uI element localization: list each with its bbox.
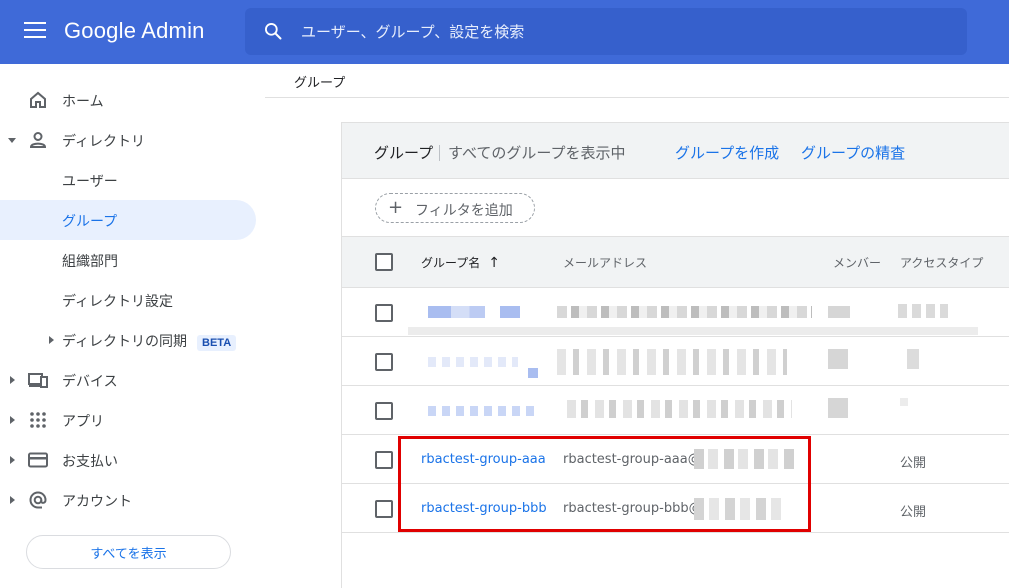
sidebar-item-directory-settings[interactable]: ディレクトリ設定 bbox=[0, 280, 256, 320]
redacted-content bbox=[828, 398, 848, 418]
person-icon bbox=[29, 132, 47, 148]
top-app-bar: Google Admin bbox=[0, 0, 1009, 64]
chevron-right-icon[interactable] bbox=[10, 376, 15, 384]
sidebar-item-apps[interactable]: アプリ bbox=[0, 400, 256, 440]
group-name-link[interactable]: rbactest-group-aaa bbox=[421, 452, 546, 467]
divider bbox=[439, 145, 440, 161]
sidebar-item-devices[interactable]: デバイス bbox=[0, 360, 256, 400]
table-row[interactable] bbox=[342, 337, 1009, 386]
column-header-email[interactable]: メールアドレス bbox=[563, 254, 647, 271]
sidebar-item-groups[interactable]: グループ bbox=[0, 200, 256, 240]
devices-icon bbox=[28, 373, 48, 388]
search-bar[interactable] bbox=[245, 8, 967, 55]
sidebar-item-users[interactable]: ユーザー bbox=[0, 160, 256, 200]
redacted-content bbox=[907, 349, 919, 369]
sidebar-item-label: 組織部門 bbox=[62, 254, 118, 270]
home-icon bbox=[30, 91, 46, 108]
redacted-content bbox=[428, 406, 538, 416]
column-label: グループ名 bbox=[421, 256, 481, 270]
search-input[interactable] bbox=[301, 20, 941, 44]
add-filter-button[interactable]: + フィルタを追加 bbox=[375, 193, 535, 223]
search-icon[interactable] bbox=[263, 21, 283, 41]
sidebar-item-account[interactable]: アカウント bbox=[0, 480, 256, 520]
redacted-content bbox=[828, 349, 848, 369]
apps-grid-icon bbox=[30, 412, 46, 428]
create-group-link[interactable]: グループを作成 bbox=[675, 142, 779, 163]
group-name-link[interactable]: rbactest-group-bbb bbox=[421, 501, 547, 516]
select-all-checkbox[interactable] bbox=[375, 253, 393, 271]
sidebar-item-org-units[interactable]: 組織部門 bbox=[0, 240, 256, 280]
chevron-right-icon[interactable] bbox=[10, 416, 15, 424]
sidebar-item-label: アカウント bbox=[62, 494, 132, 510]
row-checkbox[interactable] bbox=[375, 304, 393, 322]
sidebar-item-label: ディレクトリ設定 bbox=[62, 294, 174, 310]
plus-icon: + bbox=[388, 197, 404, 218]
group-email: rbactest-group-bbb@ bbox=[563, 501, 702, 516]
sidebar-item-directory[interactable]: ディレクトリ bbox=[0, 120, 256, 160]
table-header: グループ名 ↑ メールアドレス メンバー アクセスタイプ bbox=[342, 237, 1009, 288]
add-filter-label: フィルタを追加 bbox=[415, 203, 513, 219]
redacted-content bbox=[428, 306, 520, 318]
column-header-access-type[interactable]: アクセスタイプ bbox=[900, 254, 983, 271]
sidebar-item-home[interactable]: ホーム bbox=[0, 80, 256, 120]
breadcrumb-current: グループ bbox=[294, 76, 346, 91]
redacted-content bbox=[408, 327, 978, 335]
chevron-right-icon[interactable] bbox=[49, 336, 54, 344]
redacted-content bbox=[900, 398, 908, 406]
sidebar-item-directory-sync[interactable]: ディレクトリの同期 BETA bbox=[0, 320, 256, 360]
menu-icon[interactable] bbox=[24, 22, 46, 42]
row-checkbox[interactable] bbox=[375, 353, 393, 371]
table-row[interactable] bbox=[342, 288, 1009, 337]
redacted-content bbox=[428, 357, 518, 367]
groups-card: グループ すべてのグループを表示中 グループを作成 グループの精査 + フィルタ… bbox=[341, 122, 1009, 588]
redacted-content bbox=[694, 498, 784, 520]
app-logo[interactable]: Google Admin bbox=[64, 18, 205, 44]
card-header: グループ すべてのグループを表示中 グループを作成 グループの精査 bbox=[342, 123, 1009, 179]
redacted-content bbox=[828, 306, 850, 318]
access-type: 公開 bbox=[900, 505, 927, 520]
redacted-content bbox=[898, 304, 948, 318]
card-subtitle: すべてのグループを表示中 bbox=[448, 144, 626, 162]
directory-sync-label: ディレクトリの同期 bbox=[62, 334, 188, 350]
sidebar-item-label: ディレクトリ bbox=[62, 134, 146, 150]
sidebar-nav: ホーム ディレクトリ ユーザー グループ 組織部門 ディレクトリ設定 ディレクト… bbox=[0, 64, 265, 588]
row-checkbox[interactable] bbox=[375, 500, 393, 518]
card-title: グループ bbox=[374, 144, 434, 162]
sidebar-item-label: アプリ bbox=[62, 414, 104, 430]
redacted-content bbox=[557, 349, 787, 375]
column-header-group-name[interactable]: グループ名 ↑ bbox=[421, 254, 500, 271]
filter-bar: + フィルタを追加 bbox=[342, 180, 1009, 237]
beta-badge: BETA bbox=[197, 335, 237, 351]
group-email: rbactest-group-aaa@ bbox=[563, 452, 701, 467]
sidebar-item-label: ユーザー bbox=[62, 174, 118, 190]
sidebar-item-label: ディレクトリの同期 BETA bbox=[62, 331, 237, 351]
row-checkbox[interactable] bbox=[375, 451, 393, 469]
arrow-up-icon[interactable]: ↑ bbox=[488, 255, 500, 271]
redacted-content bbox=[557, 306, 812, 318]
table-row[interactable]: rbactest-group-bbb rbactest-group-bbb@ 公… bbox=[342, 484, 1009, 533]
sidebar-item-billing[interactable]: お支払い bbox=[0, 440, 256, 480]
show-all-button[interactable]: すべてを表示 bbox=[26, 535, 231, 569]
table-row[interactable] bbox=[342, 386, 1009, 435]
redacted-content bbox=[567, 400, 792, 418]
table-row[interactable]: rbactest-group-aaa rbactest-group-aaa@ 公… bbox=[342, 435, 1009, 484]
sidebar-item-label: グループ bbox=[62, 214, 118, 230]
row-checkbox[interactable] bbox=[375, 402, 393, 420]
chevron-right-icon[interactable] bbox=[10, 496, 15, 504]
access-type: 公開 bbox=[900, 456, 927, 471]
sidebar-item-label: ホーム bbox=[62, 94, 104, 110]
sidebar-item-label: デバイス bbox=[62, 374, 118, 390]
chevron-right-icon[interactable] bbox=[10, 456, 15, 464]
breadcrumb: グループ bbox=[265, 64, 1009, 98]
credit-card-icon bbox=[28, 452, 48, 468]
sidebar-item-label: お支払い bbox=[62, 454, 118, 470]
redacted-content bbox=[694, 449, 794, 469]
inspect-groups-link[interactable]: グループの精査 bbox=[801, 142, 905, 163]
chevron-down-icon[interactable] bbox=[8, 138, 16, 143]
redacted-content bbox=[528, 368, 538, 378]
at-sign-icon bbox=[29, 491, 47, 509]
column-header-members[interactable]: メンバー bbox=[833, 254, 881, 271]
